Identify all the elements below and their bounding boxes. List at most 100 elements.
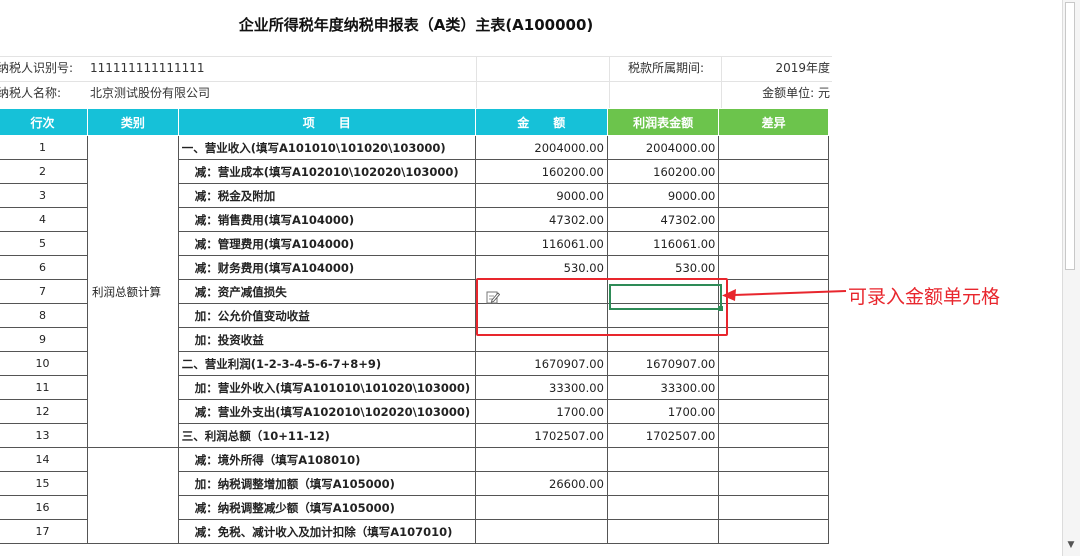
- amount-cell[interactable]: 9000.00: [474, 183, 608, 208]
- scrollbar-thumb[interactable]: [1065, 2, 1075, 270]
- row-item-label: 三、利润总额（10+11-12): [177, 423, 476, 448]
- row-number: 13: [0, 423, 88, 448]
- header-profit-amount: 利润表金额: [606, 108, 720, 136]
- amount-cell[interactable]: [474, 519, 608, 544]
- profit-amount-cell[interactable]: [606, 447, 720, 472]
- row-number: 14: [0, 447, 88, 472]
- row-item-label: 加：纳税调整增加额（填写A105000): [177, 471, 476, 496]
- chevron-down-icon[interactable]: ▼: [1064, 538, 1078, 552]
- difference-cell: [718, 519, 829, 544]
- table-row: 14 减：境外所得（填写A108010): [0, 447, 829, 544]
- row-number: 10: [0, 351, 88, 376]
- amount-cell[interactable]: 116061.00: [474, 231, 608, 256]
- amount-cell[interactable]: 47302.00: [474, 207, 608, 232]
- period-label: 税款所属期间:: [628, 61, 705, 75]
- row-number: 11: [0, 375, 88, 400]
- table-header-row: 行次 类别 项 目 金 额 利润表金额 差异: [0, 108, 829, 136]
- header-category: 类别: [86, 108, 179, 136]
- difference-cell: [718, 255, 829, 280]
- row-number: 7: [0, 279, 88, 304]
- profit-amount-cell[interactable]: 1670907.00: [606, 351, 720, 376]
- taxpayer-id-label: 纳税人识别号:: [0, 61, 74, 75]
- row-item-label: 减：免税、减计收入及加计扣除（填写A107010): [177, 519, 476, 544]
- difference-cell: [718, 183, 829, 208]
- row-number: 2: [0, 159, 88, 184]
- difference-cell: [718, 447, 829, 472]
- difference-cell: [718, 375, 829, 400]
- profit-amount-cell[interactable]: [606, 495, 720, 520]
- row-number: 5: [0, 231, 88, 256]
- header-difference: 差异: [718, 108, 829, 136]
- difference-cell: [718, 327, 829, 352]
- amount-cell[interactable]: 2004000.00: [474, 135, 608, 160]
- header-item: 项 目: [177, 108, 476, 136]
- info-divider: [609, 56, 610, 108]
- row-number: 15: [0, 471, 88, 496]
- difference-cell: [718, 399, 829, 424]
- row-item-label: 减：财务费用(填写A104000): [177, 255, 476, 280]
- profit-amount-cell[interactable]: 116061.00: [606, 231, 720, 256]
- row-item-label: 加：公允价值变动收益: [177, 303, 476, 328]
- row-number: 3: [0, 183, 88, 208]
- table-row: 1 利润总额计算 一、营业收入(填写A101010\101020\103000) 20…: [0, 135, 829, 448]
- row-item-label: 减：营业成本(填写A102010\102020\103000): [177, 159, 476, 184]
- period-value: 2019年度: [775, 61, 830, 75]
- edit-icon[interactable]: [486, 290, 500, 304]
- profit-amount-cell[interactable]: [606, 519, 720, 544]
- amount-cell[interactable]: 26600.00: [474, 471, 608, 496]
- profit-amount-cell[interactable]: 1702507.00: [606, 423, 720, 448]
- row-number: 1: [0, 135, 88, 160]
- row-item-label: 二、营业利润(1-2-3-4-5-6-7+8+9): [177, 351, 476, 376]
- row-number: 8: [0, 303, 88, 328]
- amount-cell[interactable]: 530.00: [474, 255, 608, 280]
- amount-cell[interactable]: [474, 447, 608, 472]
- taxpayer-name-value: 北京测试股份有限公司: [90, 86, 211, 100]
- difference-cell: [718, 207, 829, 232]
- row-number: 12: [0, 399, 88, 424]
- header-amount: 金 额: [474, 108, 608, 136]
- header-row-no: 行次: [0, 108, 88, 136]
- category-taxable-income: [86, 447, 179, 544]
- row-number: 6: [0, 255, 88, 280]
- pointer-arrow-icon: [722, 289, 847, 301]
- category-profit-total: 利润总额计算: [86, 135, 179, 448]
- profit-amount-cell[interactable]: 1700.00: [606, 399, 720, 424]
- profit-amount-cell[interactable]: 2004000.00: [606, 135, 720, 160]
- active-cell-selection[interactable]: [609, 284, 722, 310]
- row-item-label: 减：税金及附加: [177, 183, 476, 208]
- amount-cell[interactable]: [474, 495, 608, 520]
- difference-cell: [718, 423, 829, 448]
- difference-cell: [718, 471, 829, 496]
- profit-amount-cell[interactable]: 9000.00: [606, 183, 720, 208]
- row-item-label: 一、营业收入(填写A101010\101020\103000): [177, 135, 476, 160]
- row-item-label: 减：纳税调整减少额（填写A105000): [177, 495, 476, 520]
- annotation-label: 可录入金额单元格: [848, 286, 1001, 308]
- difference-cell: [718, 495, 829, 520]
- row-item-label: 减：管理费用(填写A104000): [177, 231, 476, 256]
- profit-amount-cell[interactable]: 530.00: [606, 255, 720, 280]
- amount-unit-label: 金额单位: 元: [762, 86, 830, 100]
- info-divider: [476, 56, 477, 108]
- page-title: 企业所得税年度纳税申报表（A类）主表(A100000): [238, 16, 594, 34]
- row-number: 4: [0, 207, 88, 232]
- profit-amount-cell[interactable]: 33300.00: [606, 375, 720, 400]
- row-item-label: 加：营业外收入(填写A101010\101020\103000): [177, 375, 476, 400]
- row-item-label: 加：投资收益: [177, 327, 476, 352]
- taxpayer-name-label: 纳税人名称:: [0, 86, 62, 100]
- difference-cell: [718, 231, 829, 256]
- difference-cell: [718, 135, 829, 160]
- amount-cell[interactable]: 1670907.00: [474, 351, 608, 376]
- row-number: 9: [0, 327, 88, 352]
- row-item-label: 减：资产减值损失: [177, 279, 476, 304]
- profit-amount-cell[interactable]: [606, 471, 720, 496]
- row-item-label: 减：营业外支出(填写A102010\102020\103000): [177, 399, 476, 424]
- amount-cell[interactable]: 1702507.00: [474, 423, 608, 448]
- amount-cell[interactable]: 160200.00: [474, 159, 608, 184]
- profit-amount-cell[interactable]: 160200.00: [606, 159, 720, 184]
- profit-amount-cell[interactable]: 47302.00: [606, 207, 720, 232]
- amount-cell[interactable]: 33300.00: [474, 375, 608, 400]
- row-number: 17: [0, 519, 88, 544]
- taxpayer-id-value: 111111111111111: [90, 61, 205, 75]
- row-number: 16: [0, 495, 88, 520]
- amount-cell[interactable]: 1700.00: [474, 399, 608, 424]
